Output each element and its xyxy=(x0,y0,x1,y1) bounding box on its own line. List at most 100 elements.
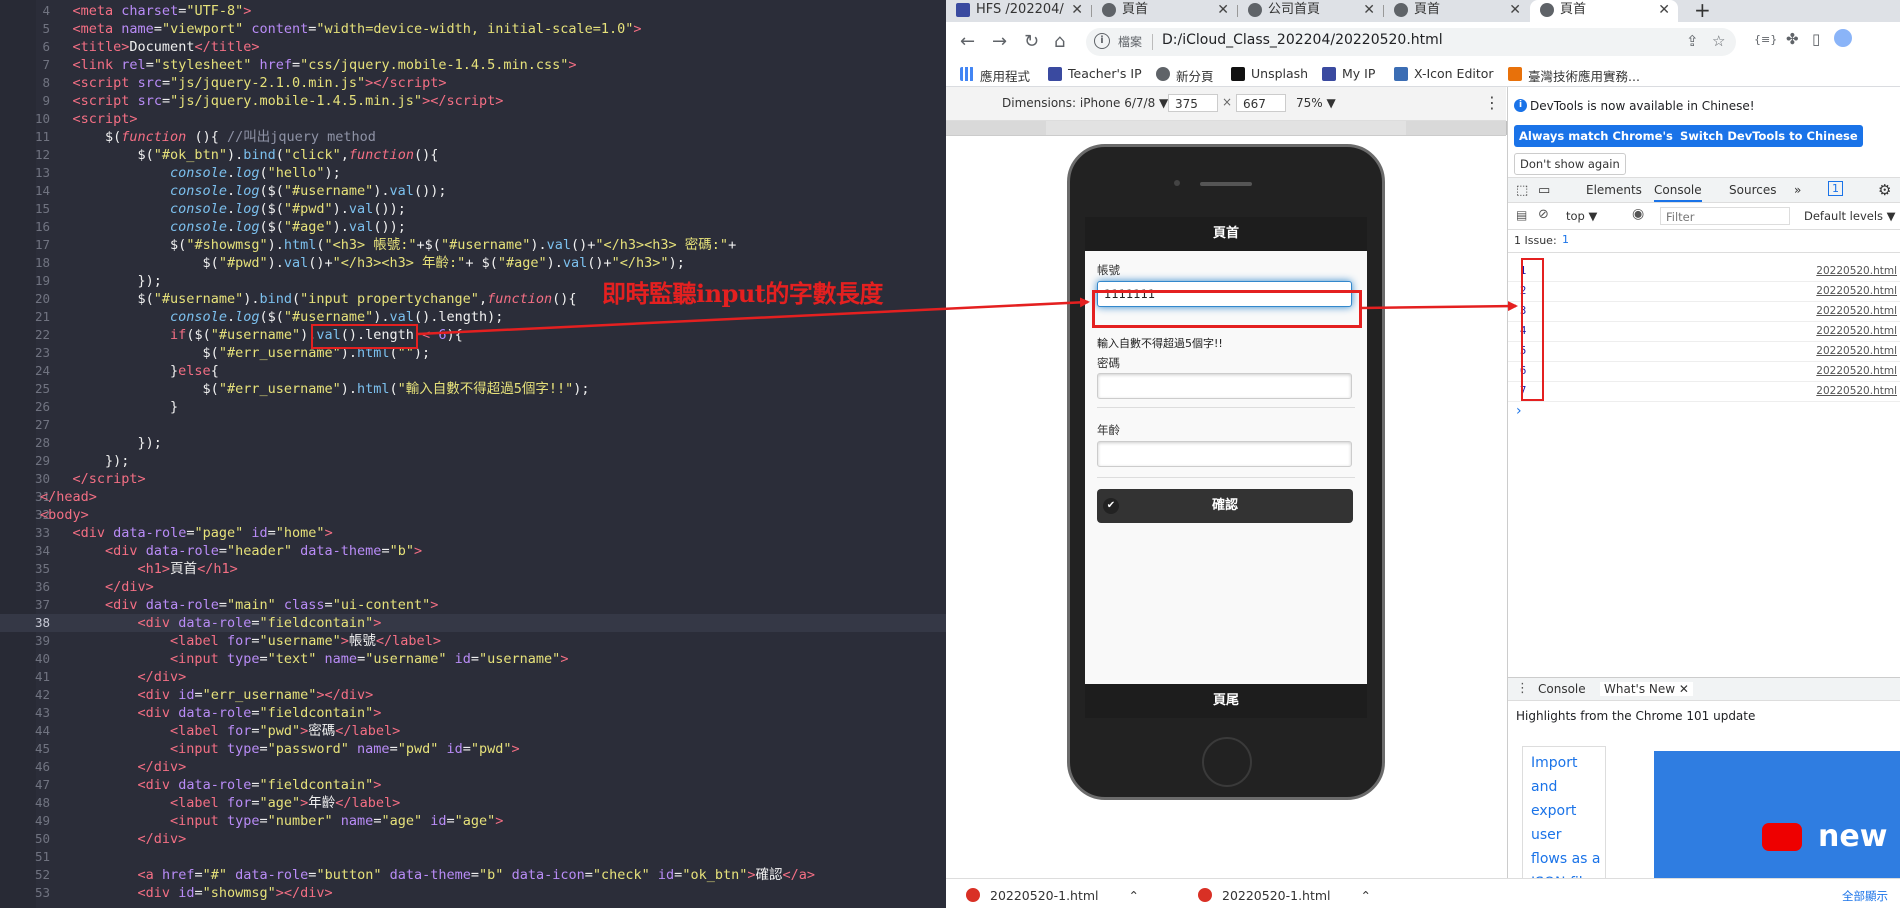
info-icon[interactable]: i xyxy=(1094,33,1110,49)
download-item[interactable]: 20220520-1.html ⌃ xyxy=(1198,888,1371,903)
ruler-segment[interactable] xyxy=(1046,121,1407,135)
close-icon[interactable]: ✕ xyxy=(1071,0,1083,20)
code-line: 16 console.log($("#age").val()); xyxy=(34,219,406,235)
levels-select[interactable]: Default levels ▼ xyxy=(1804,209,1896,223)
puzzle-icon[interactable]: ✤ xyxy=(1786,30,1799,48)
devtools-tabs: ⬚ ▭ Elements Console Sources » 1 ⚙ xyxy=(1508,178,1900,203)
code-line: 5 <meta name="viewport" content="width=d… xyxy=(42,21,642,37)
console-prompt[interactable]: › xyxy=(1516,403,1522,419)
whats-new-video-thumbnail[interactable]: new xyxy=(1654,751,1900,881)
code-line: 21 console.log($("#username").val().leng… xyxy=(34,309,504,325)
tab-page[interactable]: 頁首 ✕ xyxy=(1384,0,1529,22)
bookmark-apps[interactable]: 應用程式 xyxy=(960,66,1030,85)
dont-show-button[interactable]: Don't show again xyxy=(1514,153,1626,175)
code-line: 40 <input type="text" name="username" id… xyxy=(34,651,569,667)
code-line: 48 <label for="age">年齡</label> xyxy=(34,795,401,811)
tab-company[interactable]: 公司首頁 ✕ xyxy=(1238,0,1383,22)
reload-icon[interactable]: ↻ xyxy=(1024,31,1039,52)
filter-input[interactable]: Filter xyxy=(1660,207,1790,225)
inspect-icon[interactable]: ⬚ xyxy=(1516,183,1528,198)
sidebar-toggle-icon[interactable]: ▤ xyxy=(1516,208,1527,222)
drawer-tab-console[interactable]: Console xyxy=(1538,682,1586,696)
forward-icon[interactable]: → xyxy=(992,31,1007,52)
new-tab-button[interactable]: + xyxy=(1694,0,1711,22)
globe-icon xyxy=(1102,3,1116,17)
drawer-tab-whats-new[interactable]: What's New ✕ xyxy=(1600,682,1693,696)
device-height-input[interactable]: 667 xyxy=(1236,94,1286,112)
zoom-select[interactable]: 75% ▼ xyxy=(1296,96,1336,110)
back-icon[interactable]: ← xyxy=(960,31,975,52)
field-divider xyxy=(1097,407,1355,408)
bookmark-taiwan-tech[interactable]: 臺灣技術應用實務... xyxy=(1508,66,1640,85)
device-select[interactable]: Dimensions: iPhone 6/7/8 ▼ xyxy=(1002,96,1168,110)
password-input[interactable] xyxy=(1097,373,1352,399)
tab-page[interactable]: 頁首 ✕ xyxy=(1092,0,1237,22)
whats-new-card[interactable]: Import and export user flows as a JSON f… xyxy=(1522,746,1606,898)
bookmark-teacher-ip[interactable]: Teacher's IP xyxy=(1048,66,1142,81)
drawer-menu-icon[interactable]: ⋮ xyxy=(1516,681,1529,696)
settings-gear-icon[interactable]: ⚙ xyxy=(1878,181,1891,199)
more-tabs-button[interactable]: » xyxy=(1794,183,1801,197)
bookmark-my-ip[interactable]: My IP xyxy=(1322,66,1375,81)
code-line: 24 }else{ xyxy=(34,363,219,379)
tab-console[interactable]: Console xyxy=(1654,183,1702,202)
console-row: 4 20220520.html xyxy=(1508,322,1900,342)
issues-link[interactable]: 1 xyxy=(1562,233,1569,246)
eye-icon[interactable]: ◉ xyxy=(1632,206,1644,222)
code-line: 15 console.log($("#pwd").val()); xyxy=(34,201,406,217)
extension-icon[interactable]: {≡} xyxy=(1754,33,1777,46)
device-width-input[interactable]: 375 xyxy=(1168,94,1218,112)
ruler-segment[interactable] xyxy=(1406,121,1467,135)
ruler-segment[interactable] xyxy=(986,121,1047,135)
close-icon[interactable]: ✕ xyxy=(1217,0,1229,20)
code-editor[interactable]: 4 <meta charset="UTF-8"> 5 <meta name="v… xyxy=(0,0,946,908)
download-item[interactable]: 20220520-1.html ⌃ xyxy=(966,888,1139,903)
more-vert-icon[interactable]: ⋮ xyxy=(1484,93,1500,112)
chevron-up-icon[interactable]: ⌃ xyxy=(1361,888,1371,903)
code-line: 27 xyxy=(34,417,50,432)
device-toggle-icon[interactable]: ▭ xyxy=(1538,183,1550,198)
code-line: 12 $("#ok_btn").bind("click",function(){ xyxy=(34,147,439,163)
url-text[interactable]: D:/iCloud_Class_202204/20220520.html xyxy=(1162,32,1443,48)
bookmark-new-tab[interactable]: 新分頁 xyxy=(1156,66,1214,85)
bookmark-unsplash[interactable]: Unsplash xyxy=(1231,66,1308,81)
switch-chinese-button[interactable]: Switch DevTools to Chinese xyxy=(1675,125,1863,147)
apps-grid-icon xyxy=(960,67,974,81)
tab-hfs[interactable]: HFS /202204/✕ xyxy=(946,0,1091,22)
star-icon[interactable]: ☆ xyxy=(1712,32,1725,50)
confirm-button[interactable]: ✔ 確認 xyxy=(1097,489,1353,523)
close-icon[interactable]: ✕ xyxy=(1658,0,1670,20)
whats-new-link[interactable]: Import and export user flows as a JSON f… xyxy=(1531,751,1601,895)
youtube-play-icon[interactable] xyxy=(1762,823,1802,851)
ruler-segment[interactable] xyxy=(1466,121,1507,135)
device-toolbar: Dimensions: iPhone 6/7/8 ▼ 375 × 667 75%… xyxy=(946,87,1506,121)
show-all-downloads[interactable]: 全部顯示 xyxy=(1842,888,1888,904)
whats-new-title: Highlights from the Chrome 101 update xyxy=(1516,709,1756,723)
home-icon[interactable]: ⌂ xyxy=(1054,31,1065,52)
issues-badge[interactable]: 1 xyxy=(1828,181,1843,196)
code-line: 17 $("#showmsg").html("<h3> 帳號:"+$("#use… xyxy=(34,237,737,253)
bookmark-x-icon-editor[interactable]: X-Icon Editor xyxy=(1394,66,1494,81)
tab-sources[interactable]: Sources xyxy=(1729,183,1776,197)
close-icon[interactable]: ✕ xyxy=(1509,0,1521,20)
console-row: 5 20220520.html xyxy=(1508,342,1900,362)
annotation-text: 即時監聽input的字數長度 xyxy=(602,279,883,308)
close-icon[interactable]: ✕ xyxy=(1363,0,1375,20)
phone-camera xyxy=(1174,180,1180,186)
avatar[interactable] xyxy=(1834,29,1852,47)
age-input[interactable] xyxy=(1097,441,1352,467)
clear-console-icon[interactable]: ⊘ xyxy=(1538,207,1549,222)
share-icon[interactable]: ⇪ xyxy=(1686,32,1699,50)
code-line: 33 <div data-role="page" id="home"> xyxy=(34,525,333,541)
code-line: 32 <body> xyxy=(34,507,89,523)
tab-active[interactable]: 頁首 ✕ xyxy=(1530,0,1678,22)
downloads-bar: 20220520-1.html ⌃ 20220520-1.html ⌃ 全部顯示 xyxy=(946,878,1900,908)
code-line: 39 <label for="username">帳號</label> xyxy=(34,633,441,649)
context-select[interactable]: top ▼ xyxy=(1566,209,1597,223)
tab-elements[interactable]: Elements xyxy=(1586,183,1642,197)
address-bar[interactable]: i 檔案 D:/iCloud_Class_202204/20220520.htm… xyxy=(1086,28,1736,56)
sidepanel-icon[interactable]: ▯ xyxy=(1812,30,1820,48)
x-icon xyxy=(1394,67,1408,81)
chevron-up-icon[interactable]: ⌃ xyxy=(1129,888,1139,903)
ruler-segment[interactable] xyxy=(946,121,987,135)
